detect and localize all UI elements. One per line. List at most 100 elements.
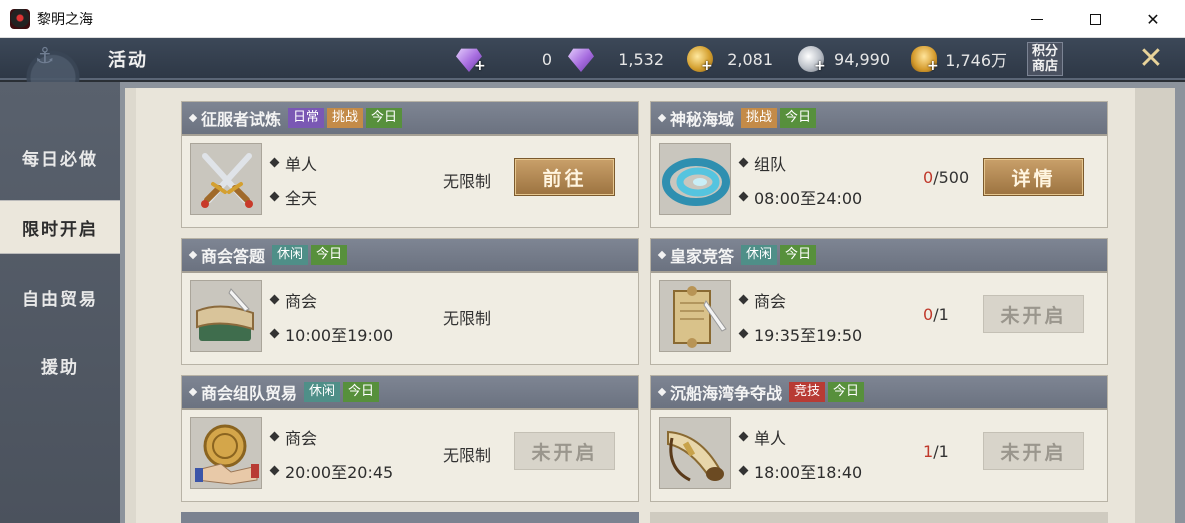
details-button[interactable]: 详情 bbox=[983, 158, 1084, 196]
scroll-quill-icon bbox=[659, 280, 731, 352]
not-open-button[interactable]: 未开启 bbox=[514, 432, 615, 470]
tag-leisure: 休闲 bbox=[272, 245, 309, 265]
card-header: 沉船海湾争夺战 竞技 今日 bbox=[651, 376, 1107, 410]
limit-text: 无限制 bbox=[443, 172, 492, 191]
activity-card: 皇家竞答 休闲 今日 商会 19:35至19:50 0/1 未开启 bbox=[650, 238, 1108, 365]
diamond-bullet-icon bbox=[188, 387, 198, 397]
time-text: 20:00至20:45 bbox=[285, 463, 394, 482]
time-text: 18:00至18:40 bbox=[754, 463, 863, 482]
currency-value: 1,532 bbox=[618, 49, 664, 69]
go-button[interactable]: 前往 bbox=[514, 158, 615, 196]
diamond-bullet-icon bbox=[269, 465, 281, 477]
activity-panel: 征服者试炼 日常 挑战 今日 单人 全天 无限制 前往 神秘海域 挑战 今日 组… bbox=[125, 88, 1175, 523]
card-header: 皇家竞答 休闲 今日 bbox=[651, 239, 1107, 273]
tag-today: 今日 bbox=[343, 382, 380, 402]
tag-leisure: 休闲 bbox=[741, 245, 778, 265]
crossed-swords-icon bbox=[190, 143, 262, 215]
time-text: 全天 bbox=[285, 189, 318, 208]
diamond-bullet-icon bbox=[738, 157, 750, 169]
tag-today: 今日 bbox=[780, 108, 817, 128]
activity-card: 征服者试炼 日常 挑战 今日 单人 全天 无限制 前往 bbox=[181, 101, 639, 228]
activity-list[interactable]: 征服者试炼 日常 挑战 今日 单人 全天 无限制 前往 神秘海域 挑战 今日 组… bbox=[136, 88, 1135, 523]
card-header: 商会答题 休闲 今日 bbox=[182, 239, 638, 273]
coin-handshake-icon bbox=[190, 417, 262, 489]
sidebar-item-daily[interactable]: 每日必做 bbox=[0, 130, 120, 184]
whirlpool-icon bbox=[659, 143, 731, 215]
participation-mode: 商会 bbox=[269, 425, 317, 449]
not-open-button[interactable]: 未开启 bbox=[983, 432, 1084, 470]
diamond-bullet-icon bbox=[738, 191, 750, 203]
time-window: 10:00至19:00 bbox=[269, 322, 393, 346]
diamond-bullet-icon bbox=[269, 431, 281, 443]
currency-value: 2,081 bbox=[727, 49, 773, 69]
not-open-button[interactable]: 未开启 bbox=[983, 295, 1084, 333]
add-icon[interactable]: + bbox=[701, 58, 713, 74]
app-icon bbox=[10, 8, 30, 29]
time-text: 08:00至24:00 bbox=[754, 189, 863, 208]
participation-mode: 单人 bbox=[738, 425, 786, 449]
diamond-bullet-icon bbox=[738, 431, 750, 443]
progress-total: /1 bbox=[933, 442, 949, 461]
shop-label-line1: 积分 bbox=[1031, 44, 1058, 59]
minimize-icon bbox=[1031, 18, 1043, 20]
activity-title: 皇家竞答 bbox=[670, 247, 735, 266]
diamond-bullet-icon bbox=[269, 157, 281, 169]
progress-count: 1/1 bbox=[923, 442, 949, 461]
add-icon[interactable]: + bbox=[927, 58, 939, 74]
close-window-button[interactable]: ✕ bbox=[1124, 0, 1182, 38]
currency-coins: + 1,746万 bbox=[911, 44, 1007, 74]
tag-today: 今日 bbox=[780, 245, 817, 265]
currency-value: 0 bbox=[541, 49, 552, 69]
activity-title: 沉船海湾争夺战 bbox=[670, 384, 783, 403]
time-text: 10:00至19:00 bbox=[285, 326, 394, 345]
diamond-bullet-icon bbox=[657, 387, 667, 397]
progress-total: /500 bbox=[933, 168, 970, 187]
activity-card: 商会组队贸易 休闲 今日 商会 20:00至20:45 无限制 未开启 bbox=[181, 375, 639, 502]
diamond-bullet-icon bbox=[188, 250, 198, 260]
activity-card-partial bbox=[181, 512, 639, 523]
activity-card-partial bbox=[650, 512, 1108, 523]
limit-text: 无限制 bbox=[443, 446, 492, 465]
mode-text: 商会 bbox=[285, 429, 318, 448]
page-title: 活动 bbox=[108, 50, 148, 71]
currency-value: 1,746万 bbox=[945, 51, 1007, 70]
add-icon[interactable]: + bbox=[474, 58, 486, 74]
diamond-bullet-icon bbox=[269, 191, 281, 203]
scrollbar-track[interactable] bbox=[1135, 88, 1175, 523]
add-icon[interactable]: + bbox=[814, 58, 826, 74]
activity-title: 商会答题 bbox=[201, 247, 266, 266]
sidebar-item-aid[interactable]: 援助 bbox=[0, 338, 120, 392]
maximize-button[interactable] bbox=[1066, 0, 1124, 38]
card-header: 商会组队贸易 休闲 今日 bbox=[182, 376, 638, 410]
tag-today: 今日 bbox=[366, 108, 403, 128]
diamond-bullet-icon bbox=[269, 294, 281, 306]
side-nav: 每日必做 限时开启 自由贸易 援助 bbox=[0, 82, 120, 523]
sidebar-item-limited-time[interactable]: 限时开启 bbox=[0, 200, 120, 254]
tag-today: 今日 bbox=[828, 382, 865, 402]
compass-emblem: ⚓ bbox=[5, 36, 101, 82]
progress-current: 1 bbox=[923, 442, 934, 461]
mode-text: 商会 bbox=[754, 292, 787, 311]
mode-text: 组队 bbox=[754, 155, 787, 174]
time-window: 08:00至24:00 bbox=[738, 185, 862, 209]
progress-current: 0 bbox=[923, 168, 934, 187]
sidebar-item-free-trade[interactable]: 自由贸易 bbox=[0, 270, 120, 324]
points-shop-button[interactable]: 积分 商店 bbox=[1027, 42, 1063, 76]
close-panel-button[interactable]: ✕ bbox=[1136, 44, 1166, 74]
window-titlebar: 黎明之海 ✕ bbox=[0, 0, 1185, 38]
participation-mode: 商会 bbox=[738, 288, 786, 312]
minimize-button[interactable] bbox=[1008, 0, 1066, 38]
currency-purple-gem: + 0 bbox=[456, 44, 552, 74]
participation-mode: 商会 bbox=[269, 288, 317, 312]
activity-card: 商会答题 休闲 今日 商会 10:00至19:00 无限制 bbox=[181, 238, 639, 365]
time-window: 19:35至19:50 bbox=[738, 322, 862, 346]
diamond-bullet-icon bbox=[738, 294, 750, 306]
bound-purple-gem-icon[interactable]: 绑 bbox=[568, 48, 594, 72]
close-icon: ✕ bbox=[1146, 9, 1160, 29]
mode-text: 单人 bbox=[754, 429, 787, 448]
diamond-bullet-icon bbox=[738, 328, 750, 340]
currency-value: 94,990 bbox=[834, 49, 890, 69]
mode-text: 商会 bbox=[285, 292, 318, 311]
card-header: 征服者试炼 日常 挑战 今日 bbox=[182, 102, 638, 136]
progress-total: /1 bbox=[933, 305, 949, 324]
